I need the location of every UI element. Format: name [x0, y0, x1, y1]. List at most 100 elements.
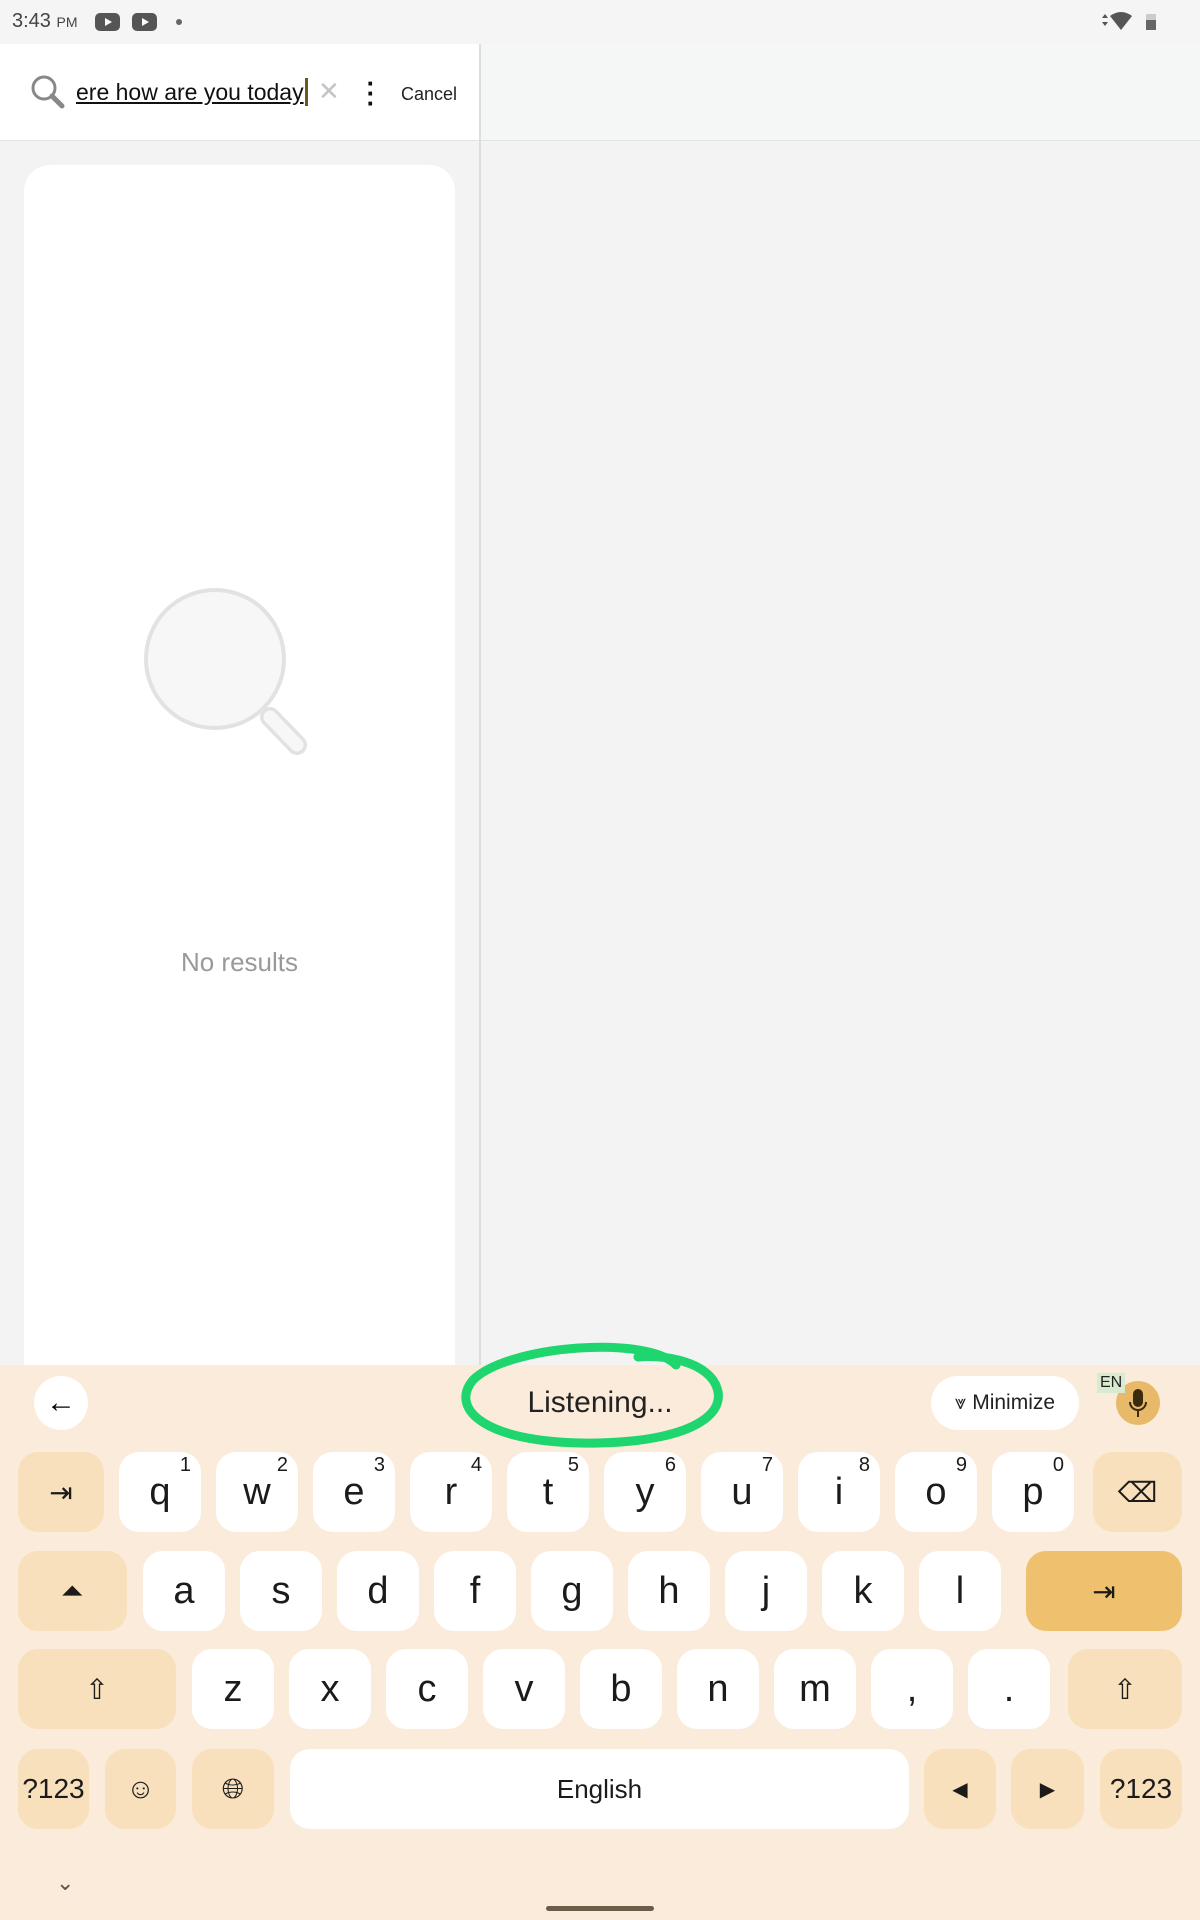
key-h-label: h — [658, 1569, 680, 1612]
key-u-label: u — [731, 1470, 753, 1513]
key-f[interactable]: f — [434, 1551, 516, 1631]
key-i-label: i — [834, 1470, 844, 1513]
key-hint-number: 1 — [179, 1454, 191, 1476]
chevron-down-icon[interactable]: ⌄ — [56, 1870, 74, 1896]
key-r[interactable]: r4 — [410, 1452, 492, 1532]
key-h[interactable]: h — [628, 1551, 710, 1631]
tab-icon: ⇥ — [49, 1476, 73, 1508]
key-n[interactable]: n — [677, 1649, 759, 1729]
more-vert-icon[interactable]: · · · — [364, 70, 378, 116]
key-hint-number: 9 — [955, 1454, 967, 1476]
language-badge: EN — [1097, 1373, 1126, 1393]
key-d[interactable]: d — [337, 1551, 419, 1631]
key-k[interactable]: k — [822, 1551, 904, 1631]
key-a[interactable]: a — [143, 1551, 225, 1631]
youtube-icon — [132, 13, 157, 31]
key-o-label: o — [925, 1470, 947, 1513]
key-g-label: g — [561, 1569, 583, 1612]
key-w-label: w — [243, 1470, 271, 1513]
key-p-label: p — [1022, 1470, 1044, 1513]
backspace-key[interactable]: ⌫ — [1093, 1452, 1182, 1532]
pane-divider — [479, 44, 481, 1365]
space-key[interactable]: English — [290, 1749, 909, 1829]
key-period[interactable]: . — [968, 1649, 1050, 1729]
key-v-label: v — [514, 1667, 534, 1710]
dot-icon — [176, 19, 182, 25]
results-panel: No results — [24, 165, 455, 1365]
clock: 3:43 PM — [12, 10, 78, 33]
status-bar: 3:43 PM — [0, 0, 1200, 44]
key-j-label: j — [761, 1569, 771, 1612]
caret-left-icon: ◀ — [952, 1778, 968, 1801]
key-c[interactable]: c — [386, 1649, 468, 1729]
search-bar: ere how are you today ✕ · · · Cancel — [0, 44, 480, 141]
key-s[interactable]: s — [240, 1551, 322, 1631]
key-x[interactable]: x — [289, 1649, 371, 1729]
key-d-label: d — [367, 1569, 389, 1612]
language-key[interactable]: 🌐︎ — [192, 1749, 274, 1829]
detail-pane-header — [481, 44, 1200, 141]
emoji-key[interactable]: ☺ — [105, 1749, 176, 1829]
key-m-label: m — [799, 1667, 831, 1710]
key-l[interactable]: l — [919, 1551, 1001, 1631]
empty-search-icon — [144, 588, 307, 755]
key-m[interactable]: m — [774, 1649, 856, 1729]
key-j[interactable]: j — [725, 1551, 807, 1631]
shift-key-right[interactable]: ⇧ — [1068, 1649, 1182, 1729]
key-hint-number: 8 — [858, 1454, 870, 1476]
minimize-label: Minimize — [972, 1391, 1056, 1414]
key-t-label: t — [542, 1470, 554, 1513]
enter-key[interactable]: ⇥ — [1026, 1551, 1182, 1631]
key-p[interactable]: p0 — [992, 1452, 1074, 1532]
key-z-label: z — [223, 1667, 243, 1710]
key-hint-number: 4 — [470, 1454, 482, 1476]
shift-icon: ⇧ — [85, 1673, 109, 1705]
symbols-key-left[interactable]: ?123 — [18, 1749, 89, 1829]
search-icon — [31, 75, 65, 109]
key-hint-number: 5 — [567, 1454, 579, 1476]
shift-key-left[interactable]: ⇧ — [18, 1649, 176, 1729]
backspace-icon: ⌫ — [1117, 1476, 1158, 1508]
caret-right-icon: ▶ — [1039, 1778, 1056, 1801]
key-comma[interactable]: , — [871, 1649, 953, 1729]
key-hint-number: 6 — [664, 1454, 676, 1476]
key-w[interactable]: w2 — [216, 1452, 298, 1532]
key-y[interactable]: y6 — [604, 1452, 686, 1532]
clear-icon[interactable]: ✕ — [318, 76, 340, 107]
cancel-button[interactable]: Cancel — [401, 84, 457, 105]
cursor-left-key[interactable]: ◀ — [924, 1749, 996, 1829]
cursor-right-key[interactable]: ▶ — [1011, 1749, 1084, 1829]
key-e[interactable]: e3 — [313, 1452, 395, 1532]
key-q-label: q — [149, 1470, 171, 1513]
wifi-icon — [1102, 12, 1156, 30]
microphone-icon — [1129, 1389, 1147, 1417]
caps-lock-key[interactable]: ⏶ — [18, 1551, 127, 1631]
key-g[interactable]: g — [531, 1551, 613, 1631]
key-o[interactable]: o9 — [895, 1452, 977, 1532]
clock-ampm: PM — [56, 14, 78, 30]
key-hint-number: 7 — [761, 1454, 773, 1476]
key-t[interactable]: t5 — [507, 1452, 589, 1532]
search-input[interactable]: ere how are you today — [76, 78, 308, 106]
key-z[interactable]: z — [192, 1649, 274, 1729]
key-v[interactable]: v — [483, 1649, 565, 1729]
symbols-key-right[interactable]: ?123 — [1100, 1749, 1182, 1829]
key-period-label: . — [1003, 1667, 1015, 1710]
key-n-label: n — [707, 1667, 729, 1710]
key-e-label: e — [343, 1470, 365, 1513]
key-b[interactable]: b — [580, 1649, 662, 1729]
key-b-label: b — [610, 1667, 632, 1710]
key-l-label: l — [955, 1569, 965, 1612]
symbols-key-right-label: ?123 — [1109, 1773, 1173, 1804]
key-u[interactable]: u7 — [701, 1452, 783, 1532]
key-hint-number: 0 — [1052, 1454, 1064, 1476]
key-f-label: f — [469, 1569, 481, 1612]
caps-lock-icon: ⏶ — [61, 1574, 84, 1606]
space-key-label: English — [556, 1773, 643, 1804]
key-q[interactable]: q1 — [119, 1452, 201, 1532]
minimize-button[interactable]: ⩔ Minimize — [931, 1376, 1079, 1430]
back-arrow-button[interactable]: ← — [34, 1376, 88, 1430]
tab-key[interactable]: ⇥ — [18, 1452, 104, 1532]
gesture-nav-bar[interactable] — [546, 1906, 654, 1911]
key-i[interactable]: i8 — [798, 1452, 880, 1532]
